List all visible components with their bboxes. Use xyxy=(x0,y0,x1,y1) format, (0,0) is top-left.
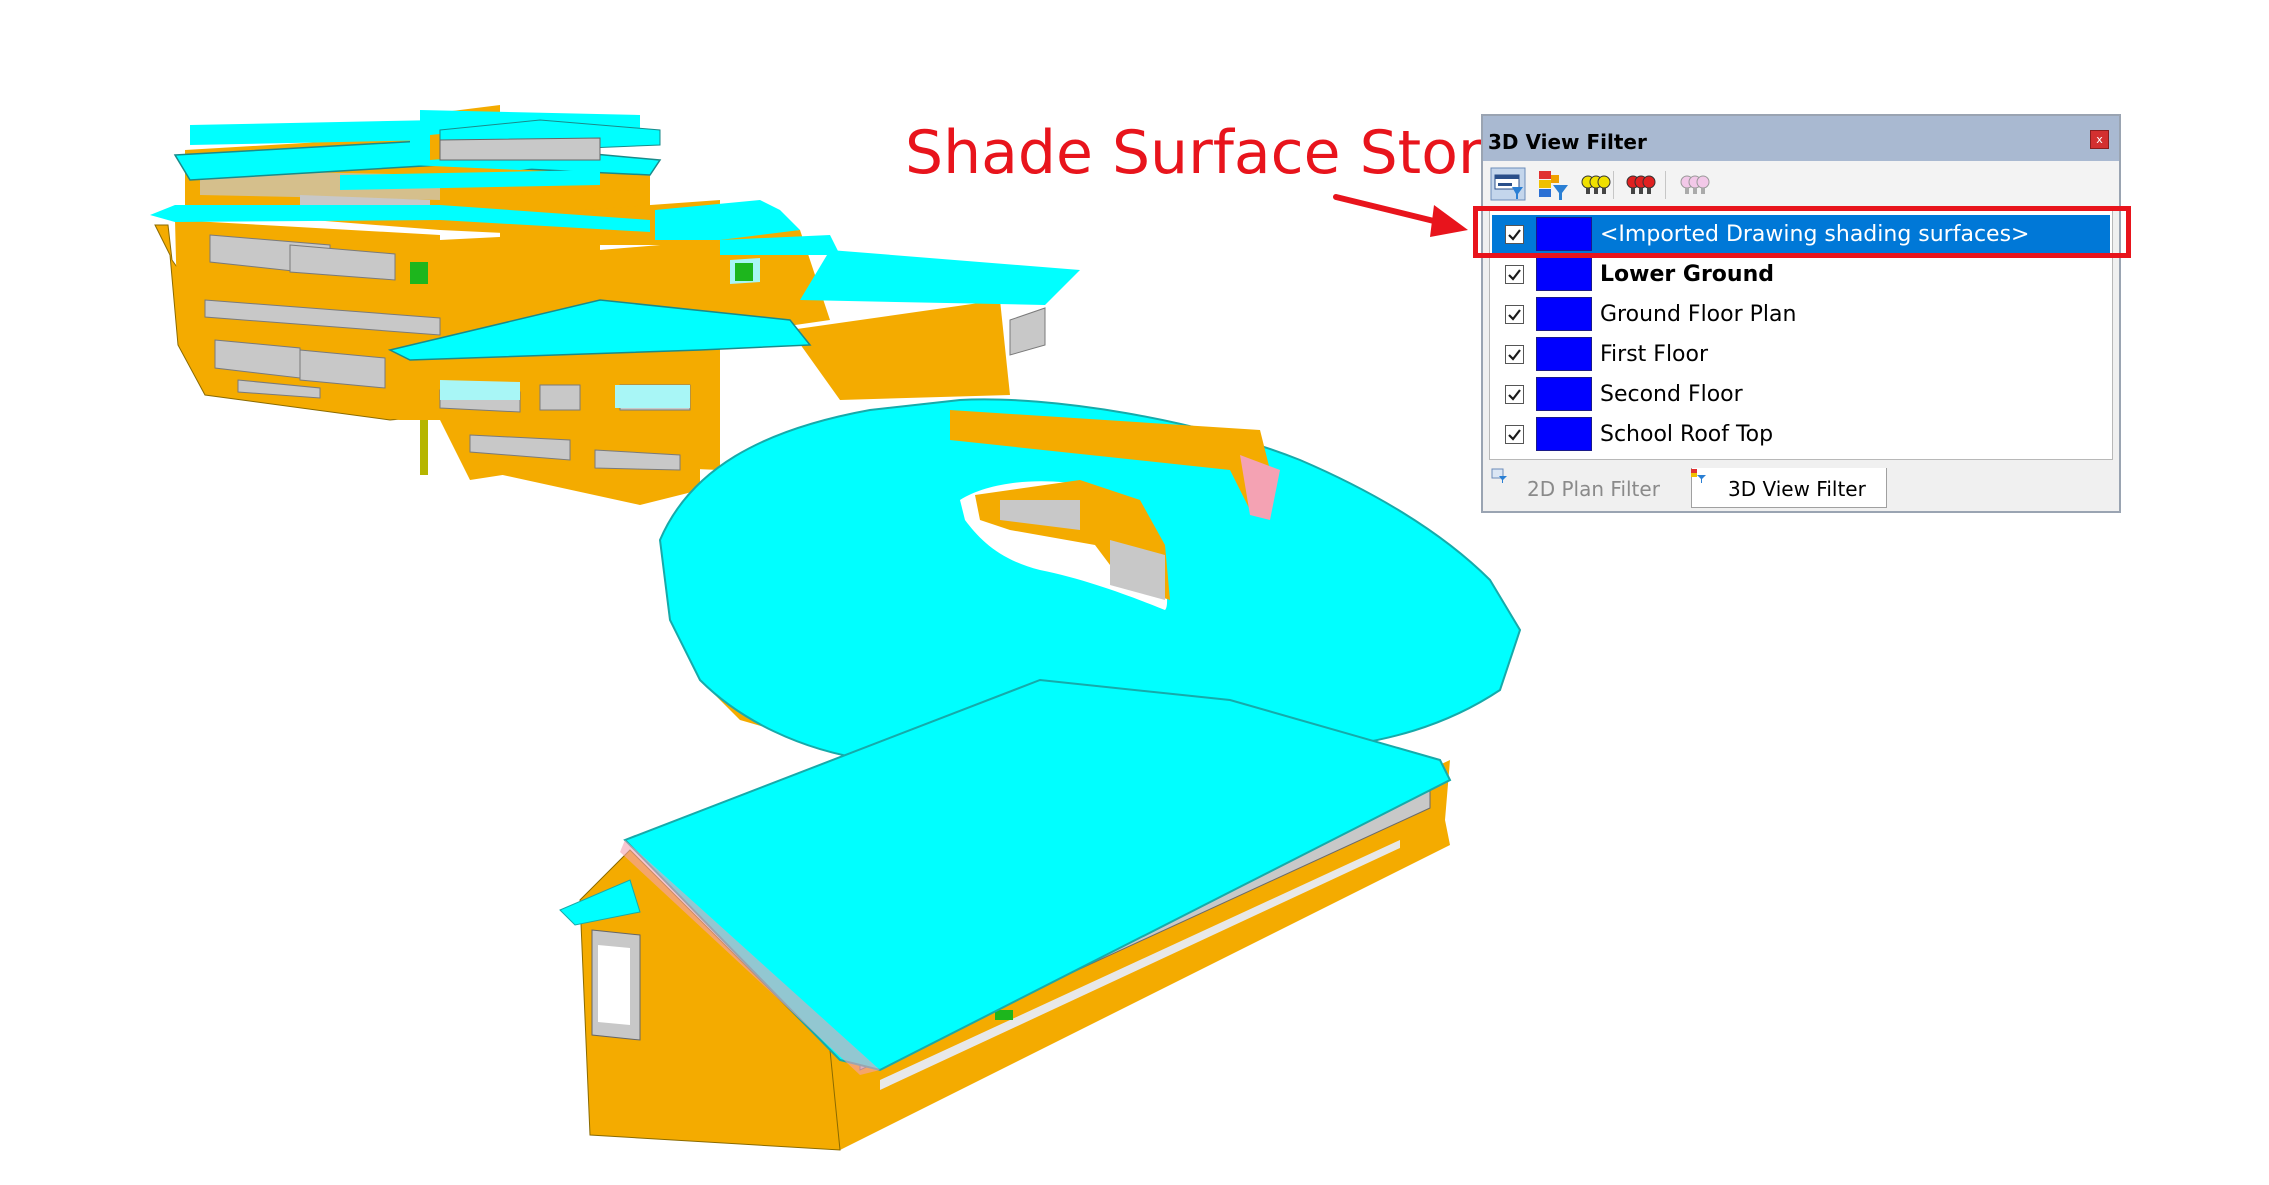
storey-color-swatch[interactable] xyxy=(1536,337,1592,371)
storey-label: School Roof Top xyxy=(1600,422,1774,447)
storey-checkbox[interactable] xyxy=(1505,265,1524,284)
panel-title: 3D View Filter xyxy=(1488,130,1647,154)
panel-toolbar xyxy=(1483,161,2119,206)
tab-2d-plan-filter[interactable]: 2D Plan Filter xyxy=(1489,468,1691,508)
storey-color-swatch[interactable] xyxy=(1536,417,1592,451)
storey-row-lower-ground[interactable]: Lower Ground xyxy=(1492,255,2110,293)
storey-label: Lower Ground xyxy=(1600,262,1774,287)
toolbar-separator xyxy=(1665,171,1666,199)
color-filter-icon[interactable] xyxy=(1535,167,1571,201)
3d-view-filter-panel: 3D View Filter x <Imported Drawing shadi… xyxy=(1481,114,2121,513)
storey-color-swatch[interactable] xyxy=(1536,297,1592,331)
storey-row-ground-floor-plan[interactable]: Ground Floor Plan xyxy=(1492,295,2110,333)
storey-row-second-floor[interactable]: Second Floor xyxy=(1492,375,2110,413)
storey-label: First Floor xyxy=(1600,342,1709,367)
long-lower-wing xyxy=(559,678,1452,1151)
storey-color-swatch[interactable] xyxy=(1536,377,1592,411)
storey-checkbox[interactable] xyxy=(1505,425,1524,444)
tab-3d-view-filter[interactable]: 3D View Filter xyxy=(1691,468,1887,508)
annotation-arrow xyxy=(1333,194,1468,237)
hide-all-icon[interactable] xyxy=(1623,167,1659,201)
annotation-highlight-box xyxy=(1473,206,2131,258)
storey-color-swatch[interactable] xyxy=(1536,257,1592,291)
filter-settings-icon[interactable] xyxy=(1490,167,1526,201)
storey-label: Second Floor xyxy=(1600,382,1743,407)
close-button[interactable]: x xyxy=(2090,130,2109,149)
annotation-label: Shade Surface Storey xyxy=(905,118,1554,188)
storey-row-school-roof-top[interactable]: School Roof Top xyxy=(1492,415,2110,453)
reset-view-icon[interactable] xyxy=(1675,167,1711,201)
storey-label: Ground Floor Plan xyxy=(1600,302,1797,327)
storey-checkbox[interactable] xyxy=(1505,385,1524,404)
storey-checkbox[interactable] xyxy=(1505,305,1524,324)
show-all-icon[interactable] xyxy=(1578,167,1614,201)
panel-tabs: 2D Plan Filter 3D View Filter xyxy=(1483,466,2119,513)
view-filter-icon xyxy=(1691,469,1706,483)
panel-titlebar[interactable]: 3D View Filter x xyxy=(1483,116,2119,161)
storey-row-first-floor[interactable]: First Floor xyxy=(1492,335,2110,373)
storey-checkbox[interactable] xyxy=(1505,345,1524,364)
toolbar-separator xyxy=(1613,171,1614,199)
plan-filter-icon xyxy=(1491,468,1507,483)
